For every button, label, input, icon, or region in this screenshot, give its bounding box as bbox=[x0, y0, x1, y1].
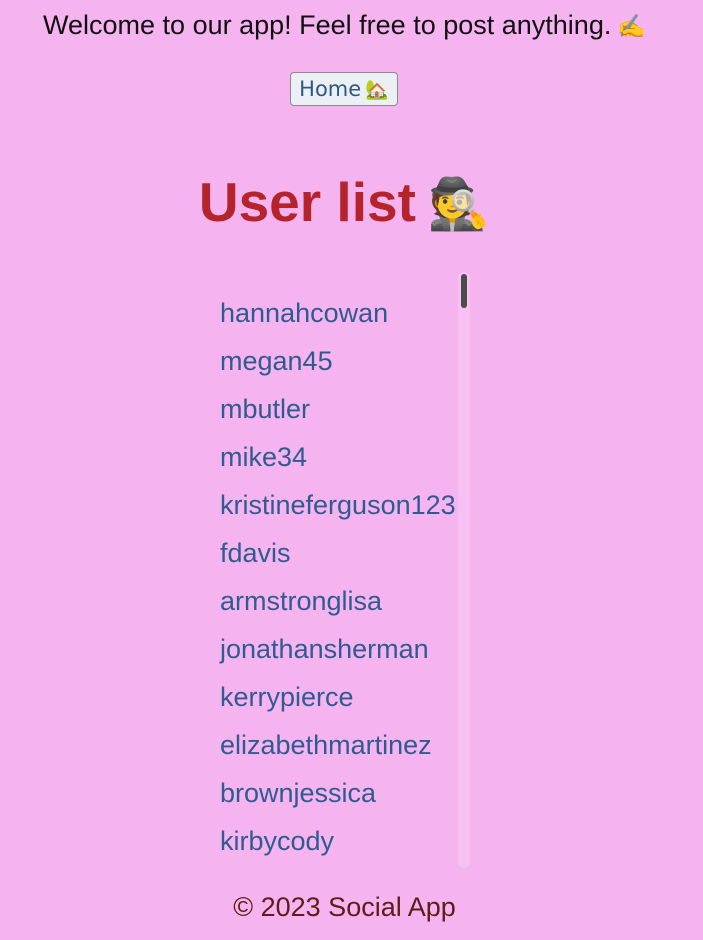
user-list-item[interactable]: armstronglisa bbox=[215, 577, 475, 625]
page-title-text: User list bbox=[198, 171, 416, 233]
user-list-item[interactable]: mbutler bbox=[215, 385, 475, 433]
house-icon: 🏡 bbox=[365, 78, 389, 101]
user-list-panel: hannahcowan megan45 mbutler mike34 kristinef… bbox=[215, 270, 475, 868]
welcome-message: Welcome to our app! Feel free to post an… bbox=[0, 10, 689, 41]
user-list-item[interactable]: brownjessica bbox=[215, 769, 475, 817]
user-list-item[interactable]: kerrypierce bbox=[215, 673, 475, 721]
scrollbar-thumb[interactable] bbox=[461, 274, 467, 308]
detective-icon: 🕵️ bbox=[427, 176, 491, 232]
user-list-item[interactable]: kirbycody bbox=[215, 817, 475, 865]
user-list-item[interactable]: fdavis bbox=[215, 529, 475, 577]
welcome-text: Welcome to our app! Feel free to post an… bbox=[43, 10, 612, 40]
user-list-item[interactable]: jonathansherman bbox=[215, 625, 475, 673]
home-button-label: Home bbox=[299, 77, 362, 101]
scrollbar-track[interactable] bbox=[458, 272, 470, 868]
footer-text: © 2023 Social App bbox=[233, 892, 456, 922]
user-list-item[interactable]: hannahcowan bbox=[215, 289, 475, 337]
page-title: User list 🕵️ bbox=[0, 170, 689, 234]
user-list: hannahcowan megan45 mbutler mike34 kristinef… bbox=[215, 289, 475, 865]
user-list-item[interactable]: elizabethmartinez bbox=[215, 721, 475, 769]
footer: © 2023 Social App bbox=[0, 892, 689, 923]
user-list-item[interactable]: mike34 bbox=[215, 433, 475, 481]
home-button[interactable]: Home 🏡 bbox=[290, 72, 398, 106]
memo-icon: ✍️ bbox=[617, 13, 646, 39]
user-list-item[interactable]: megan45 bbox=[215, 337, 475, 385]
user-list-item[interactable]: kristineferguson123 bbox=[215, 481, 475, 529]
